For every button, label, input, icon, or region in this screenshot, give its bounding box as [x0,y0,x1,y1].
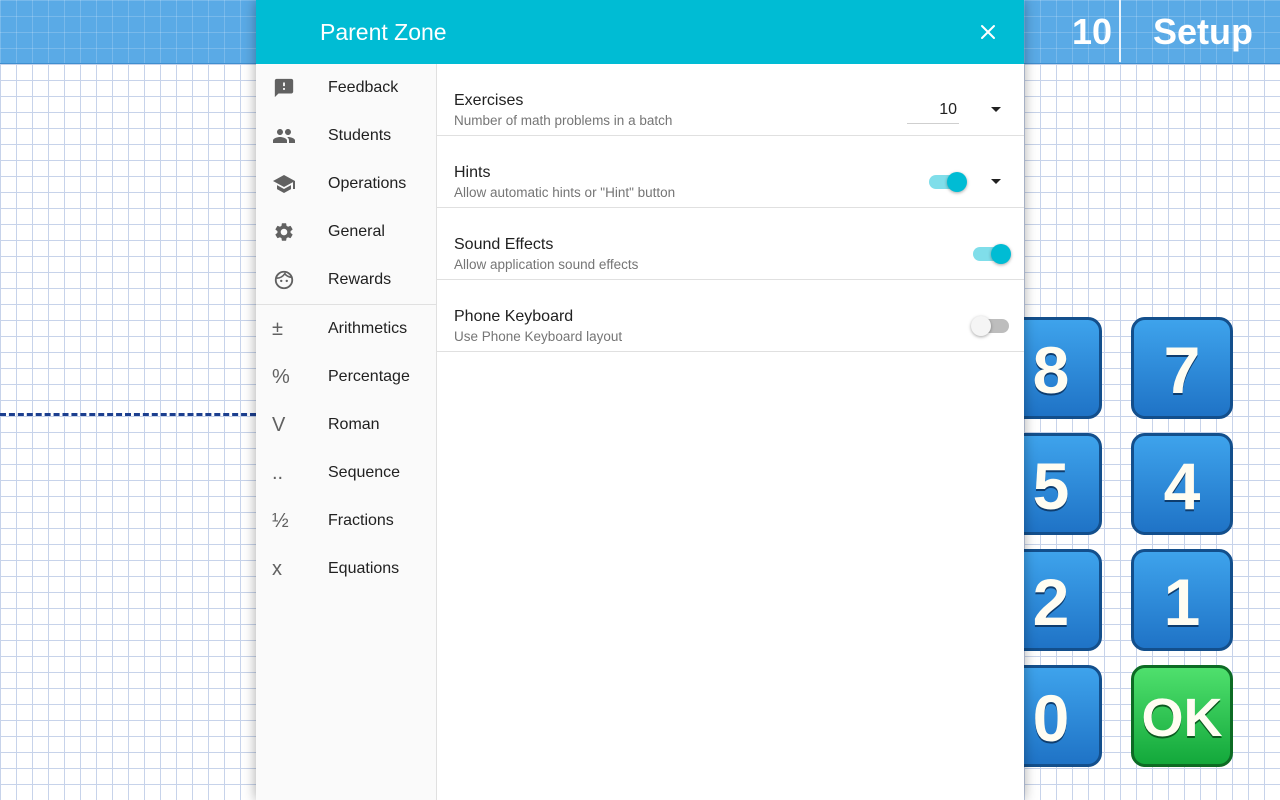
nav-label: Percentage [328,368,410,385]
close-button[interactable] [968,12,1008,52]
top-bar-divider [1119,0,1121,62]
variable-x-icon: x [272,557,282,580]
nav-item-roman[interactable]: V Roman [256,401,436,449]
setting-phone-keyboard[interactable]: Phone Keyboard Use Phone Keyboard layout [437,280,1024,352]
hints-dropdown-button[interactable] [986,172,1006,192]
settings-nav: Feedback Students Operations General Rew… [256,64,437,800]
fraction-icon: ½ [272,509,289,532]
face-icon [272,268,296,292]
settings-panel: Exercises Number of math problems in a b… [437,64,1024,800]
setting-exercises[interactable]: Exercises Number of math problems in a b… [437,64,1024,136]
percent-icon: % [272,365,290,388]
setting-subtitle: Number of math problems in a batch [454,113,673,128]
phone-keyboard-toggle[interactable] [971,316,1009,336]
nav-item-feedback[interactable]: Feedback [256,64,436,112]
key-7[interactable]: 7 [1131,317,1233,419]
exercises-dropdown-button[interactable] [986,100,1006,120]
nav-item-arithmetics[interactable]: ± Arithmetics [256,305,436,353]
sound-effects-toggle[interactable] [973,244,1011,264]
nav-label: Arithmetics [328,320,408,337]
plus-minus-icon: ± [272,317,283,340]
nav-label: Feedback [328,79,399,96]
setting-title: Sound Effects [454,236,554,253]
gear-icon [272,220,296,244]
nav-label: Roman [328,416,380,433]
nav-item-percentage[interactable]: % Percentage [256,353,436,401]
parent-zone-dialog: Parent Zone Feedback Students Operations [256,0,1024,800]
nav-label: Equations [328,560,400,577]
caret-down-icon [991,179,1001,184]
nav-label: Operations [328,175,407,192]
problem-counter: 10 [1071,11,1113,52]
setting-sound-effects[interactable]: Sound Effects Allow application sound ef… [437,208,1024,280]
school-icon [272,172,296,196]
nav-item-students[interactable]: Students [256,112,436,160]
setting-title: Phone Keyboard [454,308,574,325]
setting-subtitle: Use Phone Keyboard layout [454,329,623,344]
hints-toggle[interactable] [929,172,967,192]
nav-label: General [328,223,385,240]
nav-item-rewards[interactable]: Rewards [256,256,436,304]
nav-item-equations[interactable]: x Equations [256,545,436,593]
answer-line [0,413,256,416]
roman-numeral-icon: V [272,413,286,436]
dialog-header: Parent Zone [256,0,1024,64]
dots-icon: .. [272,461,284,484]
caret-down-icon [991,107,1001,112]
key-4[interactable]: 4 [1131,433,1233,535]
key-1[interactable]: 1 [1131,549,1233,651]
setting-subtitle: Allow application sound effects [454,257,639,272]
nav-item-sequence[interactable]: .. Sequence [256,449,436,497]
setting-subtitle: Allow automatic hints or "Hint" button [454,185,676,200]
nav-label: Rewards [328,271,392,288]
feedback-icon [272,76,296,100]
nav-item-fractions[interactable]: ½ Fractions [256,497,436,545]
nav-item-operations[interactable]: Operations [256,160,436,208]
people-icon [272,124,296,148]
close-icon [981,25,995,39]
setting-title: Exercises [454,92,524,109]
nav-label: Fractions [328,512,394,529]
exercises-count-field[interactable]: 10 [907,98,959,124]
setting-hints[interactable]: Hints Allow automatic hints or "Hint" bu… [437,136,1024,208]
toggle-knob [971,316,991,336]
nav-label: Students [328,127,392,144]
nav-label: Sequence [328,464,401,481]
dialog-title: Parent Zone [320,19,447,45]
key-ok[interactable]: OK [1131,665,1233,767]
setup-button[interactable]: Setup [1138,10,1268,54]
toggle-knob [991,244,1011,264]
nav-item-general[interactable]: General [256,208,436,256]
toggle-knob [947,172,967,192]
setting-title: Hints [454,164,491,181]
